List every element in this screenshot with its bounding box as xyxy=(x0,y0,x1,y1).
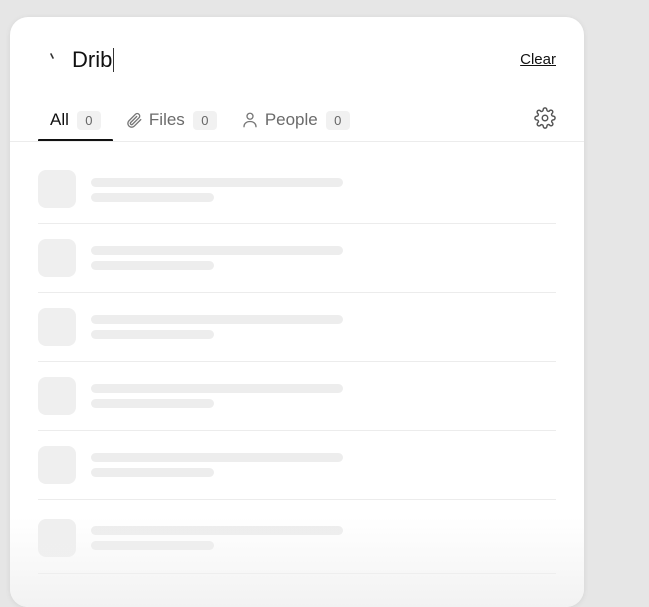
skeleton-subtitle-line xyxy=(91,193,214,202)
tab-people-label: People xyxy=(264,110,318,129)
skeleton-row xyxy=(38,142,556,224)
tab-files[interactable]: Files 0 xyxy=(113,99,229,141)
skeleton-thumbnail xyxy=(38,446,76,484)
skeleton-thumbnail xyxy=(38,239,76,277)
paperclip-icon xyxy=(127,112,142,128)
skeleton-title-line xyxy=(91,315,343,324)
tab-all-count: 0 xyxy=(76,110,101,130)
skeleton-subtitle-line xyxy=(91,330,214,339)
text-caret xyxy=(113,48,115,72)
loading-spinner-icon xyxy=(50,53,54,59)
results-list xyxy=(38,142,556,574)
tab-all-label: All xyxy=(50,110,69,129)
search-input[interactable]: Drib xyxy=(72,45,115,75)
skeleton-subtitle-line xyxy=(91,541,214,550)
skeleton-row xyxy=(38,293,556,362)
skeleton-thumbnail xyxy=(38,519,76,557)
skeleton-title-line xyxy=(91,453,343,462)
skeleton-thumbnail xyxy=(38,308,76,346)
search-bar: Drib Clear xyxy=(10,17,584,97)
skeleton-subtitle-line xyxy=(91,261,214,270)
skeleton-row xyxy=(38,431,556,500)
skeleton-title-line xyxy=(91,384,343,393)
skeleton-subtitle-line xyxy=(91,468,214,477)
search-panel: Drib Clear All 0 Files 0 People 0 xyxy=(10,17,584,607)
skeleton-title-line xyxy=(91,246,343,255)
clear-button[interactable]: Clear xyxy=(520,51,556,68)
skeleton-row xyxy=(38,224,556,293)
skeleton-thumbnail xyxy=(38,170,76,208)
tab-all[interactable]: All 0 xyxy=(38,99,113,142)
skeleton-row xyxy=(38,362,556,431)
skeleton-thumbnail xyxy=(38,377,76,415)
tab-bar: All 0 Files 0 People 0 xyxy=(38,99,556,142)
tab-files-count: 0 xyxy=(192,110,217,130)
tab-people-count: 0 xyxy=(325,110,350,130)
skeleton-title-line xyxy=(91,178,343,187)
person-icon xyxy=(243,112,257,128)
gear-icon[interactable] xyxy=(534,107,556,129)
skeleton-subtitle-line xyxy=(91,399,214,408)
tab-people[interactable]: People 0 xyxy=(229,99,362,141)
tab-files-label: Files xyxy=(148,110,185,129)
skeleton-row xyxy=(38,500,556,574)
skeleton-title-line xyxy=(91,526,343,535)
search-query-text: Drib xyxy=(72,47,113,72)
